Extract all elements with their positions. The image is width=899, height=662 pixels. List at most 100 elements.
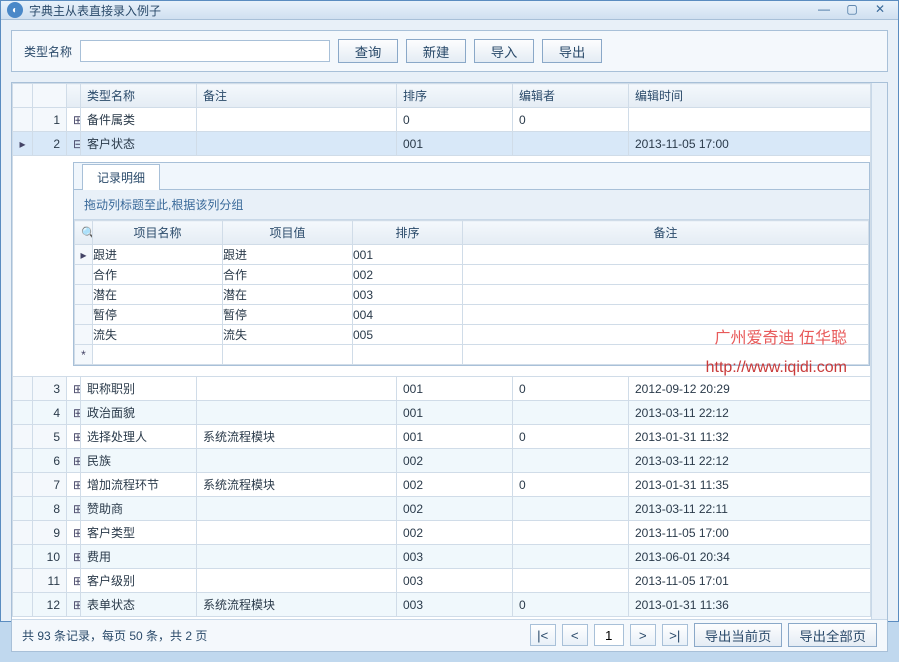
cell-remark[interactable] <box>197 449 397 473</box>
cell-remark[interactable] <box>197 521 397 545</box>
cell-remark[interactable] <box>197 569 397 593</box>
cell-editor[interactable] <box>513 401 629 425</box>
close-button[interactable]: ✕ <box>868 1 892 19</box>
expand-toggle[interactable]: ⊞ <box>67 593 81 617</box>
cell-sort[interactable]: 0 <box>397 108 513 132</box>
cell-editor[interactable] <box>513 132 629 156</box>
expand-toggle[interactable]: ⊞ <box>67 401 81 425</box>
expand-toggle[interactable]: ⊞ <box>67 449 81 473</box>
import-button[interactable]: 导入 <box>474 39 534 63</box>
detail-cell-name[interactable] <box>93 345 223 365</box>
detail-col-sort[interactable]: 排序 <box>353 221 463 245</box>
detail-cell-remark[interactable] <box>463 325 869 345</box>
cell-editor[interactable]: 0 <box>513 473 629 497</box>
table-row[interactable]: 12⊞表单状态系统流程模块00302013-01-31 11:36 <box>13 593 871 617</box>
col-name[interactable]: 类型名称 <box>81 84 197 108</box>
cell-time[interactable]: 2013-01-31 11:36 <box>629 593 871 617</box>
detail-cell-sort[interactable]: 003 <box>353 285 463 305</box>
cell-sort[interactable]: 003 <box>397 593 513 617</box>
cell-name[interactable]: 选择处理人 <box>81 425 197 449</box>
col-sort[interactable]: 排序 <box>397 84 513 108</box>
detail-table-row[interactable]: * <box>75 345 869 365</box>
expand-toggle[interactable]: ⊞ <box>67 377 81 401</box>
detail-table-row[interactable]: 暂停暂停004 <box>75 305 869 325</box>
cell-sort[interactable]: 001 <box>397 132 513 156</box>
cell-editor[interactable] <box>513 569 629 593</box>
expand-toggle[interactable]: ⊞ <box>67 497 81 521</box>
table-row[interactable]: 4⊞政治面貌0012013-03-11 22:12 <box>13 401 871 425</box>
cell-time[interactable]: 2013-11-05 17:00 <box>629 132 871 156</box>
cell-time[interactable]: 2013-11-05 17:00 <box>629 521 871 545</box>
detail-cell-remark[interactable] <box>463 305 869 325</box>
cell-sort[interactable]: 001 <box>397 377 513 401</box>
prev-page-button[interactable]: < <box>562 624 588 646</box>
cell-time[interactable] <box>629 108 871 132</box>
tab-record-detail[interactable]: 记录明细 <box>82 164 160 190</box>
cell-editor[interactable]: 0 <box>513 593 629 617</box>
cell-name[interactable]: 费用 <box>81 545 197 569</box>
type-name-input[interactable] <box>80 40 330 62</box>
detail-cell-name[interactable]: 暂停 <box>93 305 223 325</box>
cell-remark[interactable] <box>197 377 397 401</box>
col-editor[interactable]: 编辑者 <box>513 84 629 108</box>
detail-cell-remark[interactable] <box>463 245 869 265</box>
cell-time[interactable]: 2013-01-31 11:32 <box>629 425 871 449</box>
group-by-hint[interactable]: 拖动列标题至此,根据该列分组 <box>74 190 869 220</box>
cell-time[interactable]: 2013-03-11 22:12 <box>629 449 871 473</box>
detail-table-row[interactable]: 潜在潜在003 <box>75 285 869 305</box>
table-row[interactable]: 9⊞客户类型0022013-11-05 17:00 <box>13 521 871 545</box>
detail-table-row[interactable]: ▸跟进跟进001 <box>75 245 869 265</box>
cell-time[interactable]: 2013-03-11 22:11 <box>629 497 871 521</box>
cell-sort[interactable]: 002 <box>397 449 513 473</box>
col-time[interactable]: 编辑时间 <box>629 84 871 108</box>
table-row[interactable]: 1⊞备件属类00 <box>13 108 871 132</box>
export-all-pages-button[interactable]: 导出全部页 <box>788 623 877 647</box>
expand-toggle[interactable]: ⊞ <box>67 425 81 449</box>
detail-cell-value[interactable]: 流失 <box>223 325 353 345</box>
detail-grid[interactable]: 🔍项目名称项目值排序备注▸跟进跟进001合作合作002潜在潜在003暂停暂停00… <box>74 220 869 365</box>
cell-name[interactable]: 客户状态 <box>81 132 197 156</box>
detail-search-icon[interactable]: 🔍 <box>75 221 93 245</box>
cell-name[interactable]: 政治面貌 <box>81 401 197 425</box>
cell-editor[interactable] <box>513 497 629 521</box>
table-row[interactable]: 7⊞增加流程环节系统流程模块00202013-01-31 11:35 <box>13 473 871 497</box>
cell-remark[interactable] <box>197 108 397 132</box>
detail-table-row[interactable]: 合作合作002 <box>75 265 869 285</box>
cell-remark[interactable] <box>197 545 397 569</box>
cell-remark[interactable] <box>197 132 397 156</box>
detail-cell-name[interactable]: 跟进 <box>93 245 223 265</box>
detail-cell-sort[interactable] <box>353 345 463 365</box>
detail-cell-remark[interactable] <box>463 265 869 285</box>
cell-name[interactable]: 赞助商 <box>81 497 197 521</box>
cell-sort[interactable]: 003 <box>397 569 513 593</box>
cell-time[interactable]: 2013-03-11 22:12 <box>629 401 871 425</box>
cell-sort[interactable]: 002 <box>397 473 513 497</box>
first-page-button[interactable]: |< <box>530 624 556 646</box>
detail-cell-value[interactable] <box>223 345 353 365</box>
table-row[interactable]: 8⊞赞助商0022013-03-11 22:11 <box>13 497 871 521</box>
detail-cell-sort[interactable]: 004 <box>353 305 463 325</box>
detail-cell-name[interactable]: 合作 <box>93 265 223 285</box>
page-input[interactable] <box>594 624 624 646</box>
detail-cell-value[interactable]: 合作 <box>223 265 353 285</box>
detail-cell-name[interactable]: 流失 <box>93 325 223 345</box>
cell-remark[interactable]: 系统流程模块 <box>197 473 397 497</box>
cell-remark[interactable]: 系统流程模块 <box>197 593 397 617</box>
new-button[interactable]: 新建 <box>406 39 466 63</box>
cell-remark[interactable] <box>197 401 397 425</box>
cell-name[interactable]: 表单状态 <box>81 593 197 617</box>
cell-editor[interactable]: 0 <box>513 425 629 449</box>
cell-name[interactable]: 客户级别 <box>81 569 197 593</box>
cell-editor[interactable]: 0 <box>513 377 629 401</box>
export-button[interactable]: 导出 <box>542 39 602 63</box>
cell-sort[interactable]: 002 <box>397 497 513 521</box>
cell-time[interactable]: 2013-06-01 20:34 <box>629 545 871 569</box>
expand-toggle[interactable]: ⊞ <box>67 569 81 593</box>
table-row[interactable]: 10⊞费用0032013-06-01 20:34 <box>13 545 871 569</box>
last-page-button[interactable]: >| <box>662 624 688 646</box>
detail-col-value[interactable]: 项目值 <box>223 221 353 245</box>
export-current-page-button[interactable]: 导出当前页 <box>694 623 783 647</box>
cell-remark[interactable]: 系统流程模块 <box>197 425 397 449</box>
cell-name[interactable]: 职称职别 <box>81 377 197 401</box>
cell-sort[interactable]: 001 <box>397 425 513 449</box>
